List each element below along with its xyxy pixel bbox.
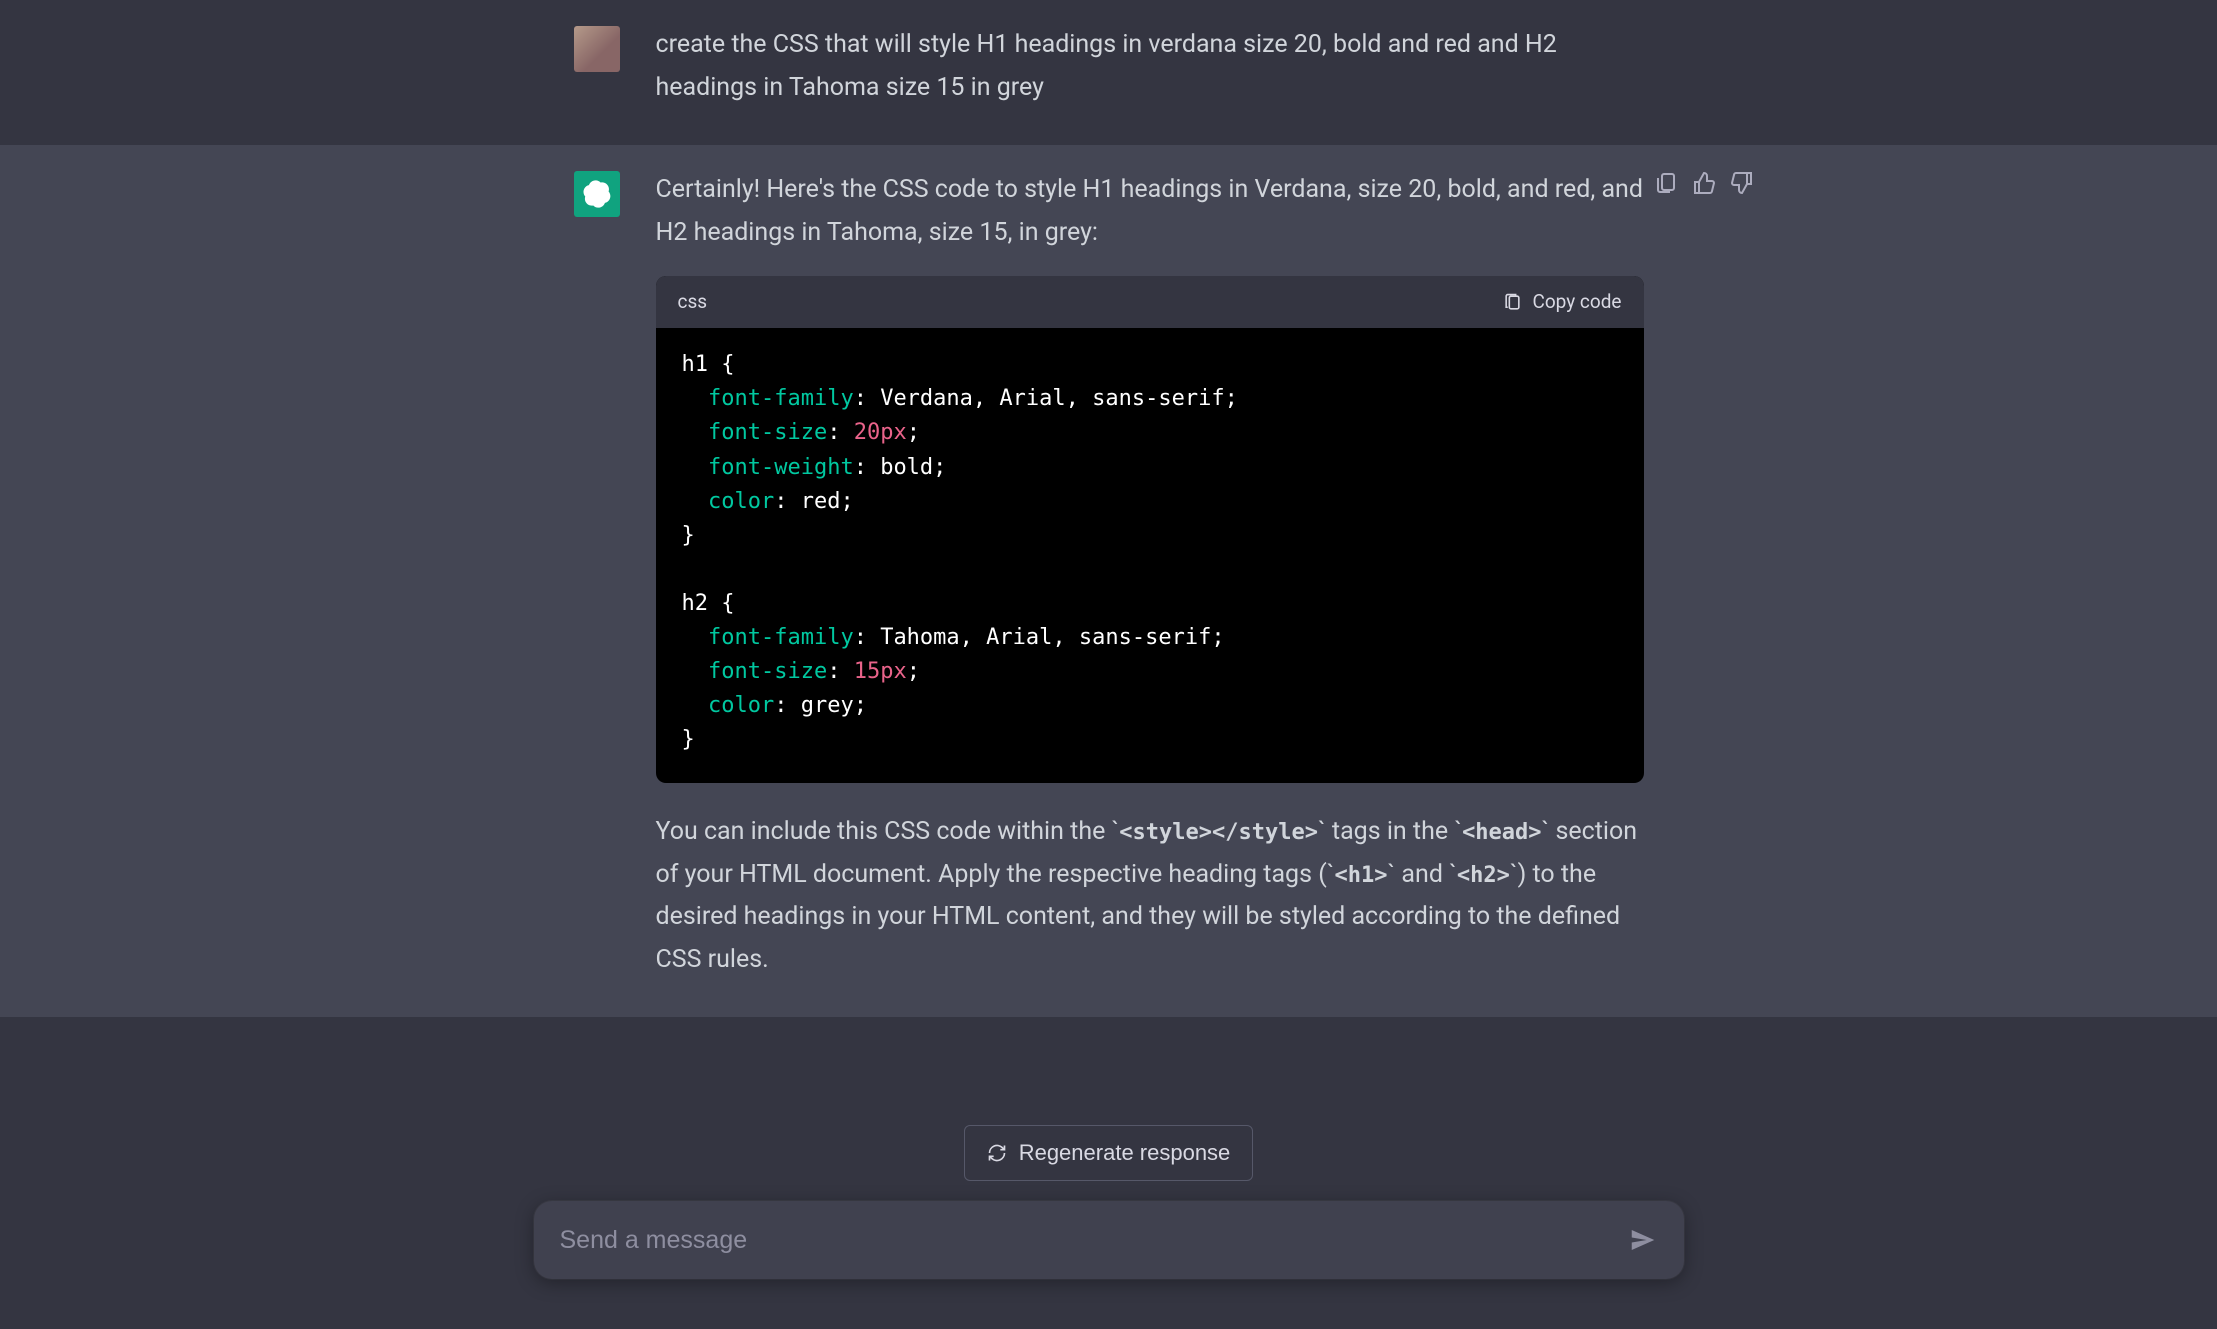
code-language-label: css xyxy=(678,286,708,318)
assistant-message-row: Certainly! Here's the CSS code to style … xyxy=(0,145,2217,1017)
inline-code-h1: <h1> xyxy=(1335,863,1388,888)
copy-code-button[interactable]: Copy code xyxy=(1503,286,1621,318)
regenerate-button[interactable]: Regenerate response xyxy=(964,1125,1254,1181)
clipboard-icon xyxy=(1503,293,1522,312)
inline-code-head: <head> xyxy=(1462,820,1541,845)
refresh-icon xyxy=(987,1143,1007,1163)
bottom-bar: Regenerate response xyxy=(0,1095,2217,1329)
inline-code-style: <style></style> xyxy=(1119,820,1318,845)
assistant-avatar xyxy=(574,171,620,217)
message-input[interactable] xyxy=(560,1226,1628,1255)
clipboard-icon[interactable] xyxy=(1654,171,1678,195)
assistant-outro-text: You can include this CSS code within the… xyxy=(656,811,1644,981)
copy-code-label: Copy code xyxy=(1532,286,1621,318)
user-message-text: create the CSS that will style H1 headin… xyxy=(656,24,1644,109)
inline-code-h2: <h2> xyxy=(1457,863,1510,888)
code-block: css Copy code h1 { font-family: Verdana,… xyxy=(656,276,1644,783)
thumbs-down-icon[interactable] xyxy=(1730,171,1754,195)
message-input-container[interactable] xyxy=(534,1201,1684,1279)
regenerate-label: Regenerate response xyxy=(1019,1140,1231,1166)
user-message-row: create the CSS that will style H1 headin… xyxy=(0,0,2217,145)
user-avatar xyxy=(574,26,620,72)
send-icon[interactable] xyxy=(1628,1225,1658,1255)
assistant-intro-text: Certainly! Here's the CSS code to style … xyxy=(656,169,1644,254)
conversation: create the CSS that will style H1 headin… xyxy=(0,0,2217,1017)
thumbs-up-icon[interactable] xyxy=(1692,171,1716,195)
code-body[interactable]: h1 { font-family: Verdana, Arial, sans-s… xyxy=(656,328,1644,783)
message-actions xyxy=(1654,171,1754,195)
